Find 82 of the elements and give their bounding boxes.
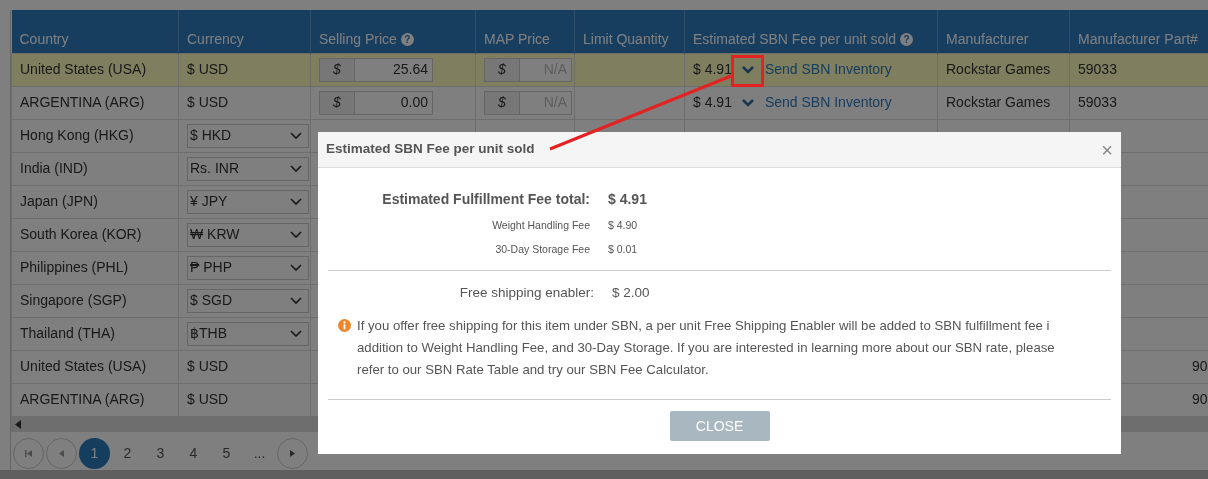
send-inventory-link[interactable]: Send SBN Inventory: [764, 92, 892, 113]
currency-cell: $ USD: [187, 94, 229, 110]
manufacturer-cell: Rockstar Games: [946, 61, 1051, 77]
currency-cell: $ USD: [187, 358, 229, 374]
column-header: Selling Price: [319, 30, 397, 47]
country-cell: India (IND): [20, 160, 88, 176]
page-button[interactable]: 1: [79, 437, 110, 469]
info-icon: [338, 319, 351, 332]
country-cell: Thailand (THA): [20, 325, 115, 341]
right-triangle-icon: [288, 448, 297, 458]
column-header: Manufacturer Part#: [1078, 30, 1198, 47]
page-button[interactable]: 3: [145, 437, 176, 469]
caret-icon[interactable]: [290, 296, 302, 305]
currency-prefix: $: [484, 90, 520, 115]
column-header: Country: [19, 30, 69, 47]
chevron-down-icon[interactable]: [742, 98, 755, 107]
fee-value: $ 4.90: [608, 218, 638, 234]
help-icon[interactable]: ?: [900, 33, 913, 47]
country-cell: United States (USA): [20, 358, 147, 374]
country-cell: Singapore (SGP): [20, 292, 127, 308]
currency-cell: $ USD: [187, 61, 229, 77]
rate-link[interactable]: SBN Rate Table: [425, 362, 519, 377]
currency-cell: $ USD: [187, 391, 229, 407]
country-cell: Hong Kong (HKG): [20, 127, 134, 143]
calculator-link[interactable]: SBN Fee Calculator: [589, 362, 705, 377]
fee-amount: $ 4.91: [693, 60, 732, 79]
page-ellipsis: ...: [252, 443, 267, 463]
part-number-cell: 90: [1192, 391, 1208, 407]
currency-select[interactable]: Rs. INR: [187, 156, 309, 181]
part-number-cell: 59033: [1078, 61, 1117, 77]
fee-label: Estimated Fulfillment Fee total:: [381, 189, 590, 209]
column-header: MAP Price: [484, 30, 550, 47]
fee-label: Weight Handling Fee: [491, 218, 590, 234]
chevron-down-icon[interactable]: [742, 65, 755, 74]
enabler-label: Free shipping enabler:: [458, 283, 594, 302]
country-cell: ARGENTINA (ARG): [20, 391, 145, 407]
highlight-box: [731, 55, 764, 87]
first-page-icon: [24, 448, 33, 458]
column-header: Currency: [187, 30, 244, 47]
fee-value: $ 0.01: [608, 242, 638, 258]
scroll-left-icon[interactable]: [15, 419, 21, 429]
fee-label: 30-Day Storage Fee: [494, 242, 590, 258]
currency-select[interactable]: ¥ JPY: [187, 189, 309, 214]
caret-icon[interactable]: [290, 263, 302, 272]
column-header: Manufacturer: [946, 30, 1029, 47]
currency-select[interactable]: ₩ KRW: [187, 222, 309, 247]
left-triangle-icon: [57, 448, 66, 458]
page-button[interactable]: 5: [211, 437, 242, 469]
part-number-cell: 59033: [1078, 94, 1117, 110]
currency-select[interactable]: $ HKD: [187, 123, 309, 148]
country-cell: Philippines (PHL): [20, 259, 129, 275]
page-button[interactable]: 4: [178, 437, 209, 469]
modal-title: Estimated SBN Fee per unit sold: [326, 140, 535, 159]
currency-prefix: $: [319, 90, 355, 115]
country-cell: ARGENTINA (ARG): [20, 94, 145, 110]
manufacturer-cell: Rockstar Games: [946, 94, 1051, 110]
fee-value: $ 4.91: [608, 189, 647, 209]
enabler-value: $ 2.00: [612, 283, 650, 302]
currency-select[interactable]: ฿THB: [187, 321, 309, 346]
caret-icon[interactable]: [290, 131, 302, 140]
country-cell: Japan (JPN): [20, 193, 98, 209]
column-header: Limit Quantity: [583, 30, 669, 47]
currency-prefix: $: [319, 57, 355, 82]
page-button[interactable]: 2: [112, 437, 143, 469]
selling-price-field[interactable]: 0.00: [355, 90, 433, 115]
caret-icon[interactable]: [290, 230, 302, 239]
caret-icon[interactable]: [290, 197, 302, 206]
currency-prefix: $: [484, 57, 520, 82]
info-paragraph: If you offer free shipping for this item under SBN, a per unit Free Shipping Enabler will be added to SBN fulfillment fee i addition to Weight Handling Fee, and 30-Day Storage. If you are interested in learning more about our SBN rate, please refer to our SBN Rate Table and try our SBN Fee Calculator.: [357, 317, 1056, 379]
selling-price-field[interactable]: 25.64: [355, 57, 433, 82]
country-cell: United States (USA): [20, 61, 147, 77]
send-inventory-link[interactable]: Send SBN Inventory: [764, 59, 892, 80]
column-header: Estimated SBN Fee per unit sold: [693, 30, 897, 47]
country-cell: South Korea (KOR): [20, 226, 142, 242]
caret-icon[interactable]: [290, 164, 302, 173]
part-number-cell: 90: [1192, 358, 1208, 374]
fee-amount: $ 4.91: [693, 93, 732, 112]
help-icon[interactable]: ?: [400, 33, 414, 47]
currency-select[interactable]: ₱ PHP: [187, 255, 309, 280]
currency-select[interactable]: $ SGD: [187, 288, 309, 313]
caret-icon[interactable]: [290, 329, 302, 338]
close-button[interactable]: ×: [1101, 139, 1113, 160]
